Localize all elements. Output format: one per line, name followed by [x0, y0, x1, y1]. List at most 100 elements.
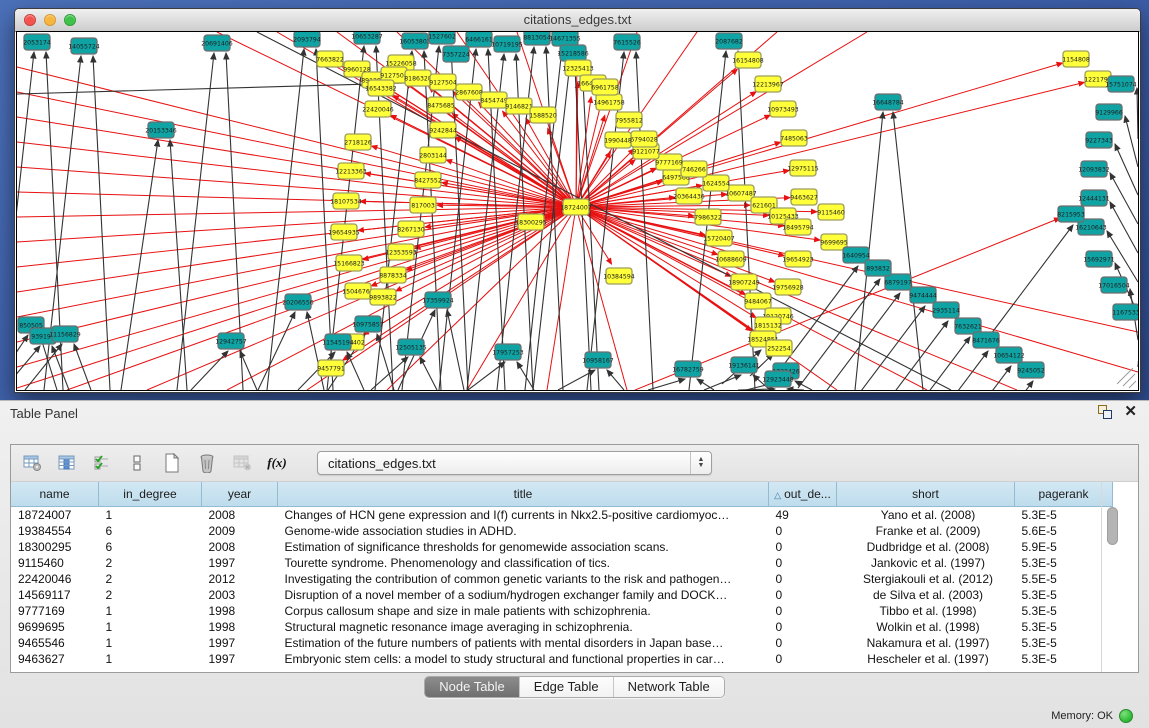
citation-edge[interactable]: [17, 207, 576, 367]
edge[interactable]: [121, 140, 158, 390]
cell-in_degree[interactable]: 1: [99, 651, 202, 667]
citation-edge[interactable]: [503, 111, 576, 207]
table-row[interactable]: 911546021997Tourette syndrome. Phenomeno…: [11, 555, 1113, 571]
edge[interactable]: [25, 344, 62, 390]
edge[interactable]: [258, 312, 295, 390]
cell-out_degree[interactable]: 0: [769, 539, 837, 555]
edge[interactable]: [574, 48, 591, 390]
edge-table-tab[interactable]: Edge Table: [520, 677, 614, 697]
table-row[interactable]: 1938455462009Genome-wide association stu…: [11, 523, 1113, 539]
edge[interactable]: [1137, 88, 1138, 139]
edge[interactable]: [17, 346, 40, 390]
cell-in_degree[interactable]: 1: [99, 603, 202, 619]
cell-pagerank[interactable]: 5.3E-5: [1015, 603, 1113, 619]
cell-pagerank[interactable]: 5.3E-5: [1015, 651, 1113, 667]
cell-year[interactable]: 1997: [202, 651, 278, 667]
edge[interactable]: [447, 310, 464, 390]
table-row[interactable]: 977716911998Corpus callosum shape and si…: [11, 603, 1113, 619]
citation-edge[interactable]: [452, 113, 576, 207]
edge[interactable]: [191, 351, 228, 390]
cell-short[interactable]: Dudbridge et al. (2008): [837, 539, 1015, 555]
cell-name[interactable]: 9463627: [11, 651, 99, 667]
cell-name[interactable]: 9777169: [11, 603, 99, 619]
cell-pagerank[interactable]: 5.3E-5: [1015, 507, 1113, 524]
edge[interactable]: [893, 112, 923, 390]
table-row[interactable]: 1456911722003Disruption of a novel membe…: [11, 587, 1113, 603]
table-options-button[interactable]: [21, 452, 43, 474]
cell-out_degree[interactable]: 0: [769, 635, 837, 651]
edge[interactable]: [1110, 173, 1138, 224]
cell-short[interactable]: Nakamura et al. (1997): [837, 635, 1015, 651]
citation-edge[interactable]: [17, 92, 576, 207]
table-row[interactable]: 2242004622012Investigating the contribut…: [11, 571, 1113, 587]
citation-edge[interactable]: [467, 207, 576, 390]
function-builder-button[interactable]: f(x): [266, 452, 288, 474]
edge[interactable]: [951, 381, 1033, 390]
cell-year[interactable]: 2008: [202, 539, 278, 555]
cell-pagerank[interactable]: 5.3E-5: [1015, 635, 1113, 651]
float-panel-button[interactable]: [1098, 405, 1112, 419]
cell-year[interactable]: 2003: [202, 587, 278, 603]
column-header-in_degree[interactable]: in_degree: [99, 482, 202, 507]
cell-name[interactable]: 9465546: [11, 635, 99, 651]
cell-name[interactable]: 22420046: [11, 571, 99, 587]
table-scrollbar-thumb[interactable]: [1107, 507, 1118, 545]
cell-short[interactable]: de Silva et al. (2003): [837, 587, 1015, 603]
citation-edge[interactable]: [17, 142, 576, 207]
delete-table-button[interactable]: [231, 452, 253, 474]
column-header-short[interactable]: short: [837, 482, 1015, 507]
cell-pagerank[interactable]: 5.3E-5: [1015, 555, 1113, 571]
cell-year[interactable]: 1997: [202, 555, 278, 571]
cell-title[interactable]: Disruption of a novel member of a sodium…: [278, 587, 769, 603]
resize-grip-icon[interactable]: [1129, 381, 1136, 388]
cell-year[interactable]: 2009: [202, 523, 278, 539]
cell-title[interactable]: Estimation of significance thresholds fo…: [278, 539, 769, 555]
row-height-button[interactable]: [126, 452, 148, 474]
edge[interactable]: [420, 357, 437, 390]
table-row[interactable]: 969969511998Structural magnetic resonanc…: [11, 619, 1113, 635]
cell-name[interactable]: 9115460: [11, 555, 99, 571]
cell-short[interactable]: Jankovic et al. (1997): [837, 555, 1015, 571]
cell-in_degree[interactable]: 6: [99, 523, 202, 539]
cell-year[interactable]: 2012: [202, 571, 278, 587]
cell-short[interactable]: Hescheler et al. (1997): [837, 651, 1015, 667]
edge[interactable]: [1110, 202, 1138, 253]
cell-out_degree[interactable]: 0: [769, 587, 837, 603]
edge[interactable]: [93, 56, 110, 390]
network-canvas-svg[interactable]: 1872400720531741405572420691406209379410…: [17, 32, 1138, 390]
table-row[interactable]: 946554611997Estimation of the future num…: [11, 635, 1113, 651]
cell-title[interactable]: Corpus callosum shape and size in male p…: [278, 603, 769, 619]
cell-year[interactable]: 1998: [202, 603, 278, 619]
cell-year[interactable]: 2008: [202, 507, 278, 524]
edge[interactable]: [929, 366, 1011, 390]
edge[interactable]: [267, 49, 304, 390]
edge[interactable]: [607, 370, 624, 390]
table-row[interactable]: 946362711997Embryonic stem cells: a mode…: [11, 651, 1113, 667]
cell-title[interactable]: Tourette syndrome. Phenomenology and cla…: [278, 555, 769, 571]
cell-short[interactable]: Yano et al. (2008): [837, 507, 1015, 524]
cell-out_degree[interactable]: 0: [769, 571, 837, 587]
cell-pagerank[interactable]: 5.5E-5: [1015, 571, 1113, 587]
cell-in_degree[interactable]: 1: [99, 507, 202, 524]
edge[interactable]: [582, 63, 599, 390]
cell-out_degree[interactable]: 0: [769, 523, 837, 539]
cell-title[interactable]: Changes of HCN gene expression and I(f) …: [278, 507, 769, 524]
table-select-dropdown[interactable]: citations_edges.txt ▲▼: [317, 451, 712, 475]
column-header-title[interactable]: title: [278, 482, 769, 507]
cell-year[interactable]: 1997: [202, 635, 278, 651]
table-row[interactable]: 1830029562008Estimation of significance …: [11, 539, 1113, 555]
edge[interactable]: [697, 379, 714, 390]
cell-short[interactable]: Wolkin et al. (1998): [837, 619, 1015, 635]
window-titlebar[interactable]: citations_edges.txt: [15, 9, 1140, 32]
cell-pagerank[interactable]: 5.3E-5: [1015, 619, 1113, 635]
cell-title[interactable]: Structural magnetic resonance image aver…: [278, 619, 769, 635]
network-canvas[interactable]: 1872400720531741405572420691406209379410…: [16, 31, 1139, 391]
edge[interactable]: [787, 389, 804, 390]
close-window-button[interactable]: [24, 14, 36, 26]
cell-pagerank[interactable]: 5.6E-5: [1015, 523, 1113, 539]
cell-title[interactable]: Estimation of the future numbers of pati…: [278, 635, 769, 651]
cell-year[interactable]: 1998: [202, 619, 278, 635]
edge[interactable]: [347, 352, 364, 390]
cell-in_degree[interactable]: 1: [99, 619, 202, 635]
row-selection-button[interactable]: [91, 452, 113, 474]
